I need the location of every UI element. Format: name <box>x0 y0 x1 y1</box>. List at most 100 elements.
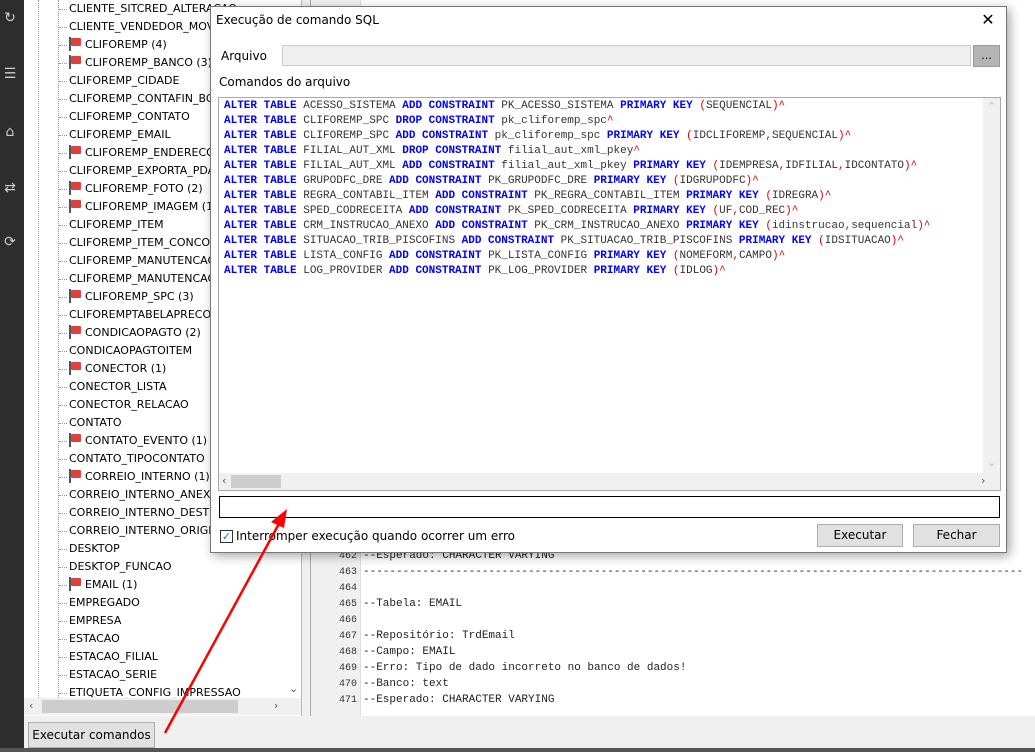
close-icon[interactable]: ✕ <box>976 9 1000 31</box>
line-text: --Campo: EMAIL <box>363 646 456 658</box>
sync-icon[interactable]: ⟳ <box>2 234 18 250</box>
tree-item[interactable]: CONTATO_TIPOCONTATO <box>59 450 205 468</box>
tree-item[interactable]: DESKTOP <box>59 540 120 558</box>
code-horizontal-scrollbar[interactable]: ‹ › <box>219 473 1000 490</box>
tree-item[interactable]: CLIFOREMP_CIDADE <box>59 72 179 90</box>
transfer-icon[interactable]: ⇄ <box>2 180 18 196</box>
tree-item[interactable]: ESTACAO <box>59 630 120 648</box>
tree-item[interactable]: CLIFOREMP_MANUTENCAO <box>59 252 216 270</box>
tree-item[interactable]: CLIFOREMP_CONTATO <box>59 108 190 126</box>
sql-commands-textarea[interactable]: ALTER TABLE ACESSO_SISTEMA ADD CONSTRAIN… <box>218 97 1001 491</box>
home-icon[interactable]: ⌂ <box>2 124 18 140</box>
sql-keyword: PRIMARY KEY <box>606 130 680 142</box>
sql-operator: ( <box>672 175 680 187</box>
sql-operator: )^ <box>771 250 786 262</box>
tree-item[interactable]: CLIFOREMP_EXPORTA_PDA <box>59 162 215 180</box>
tree-item[interactable]: EMAIL (1) <box>59 576 137 594</box>
sql-identifier: SPED_CODRECEITA <box>296 205 409 217</box>
scroll-down-icon[interactable]: ⌄ <box>289 682 298 695</box>
flag-icon <box>69 181 83 195</box>
code-vertical-scrollbar[interactable]: ⌃ ⌄ <box>983 98 1000 474</box>
execute-commands-button[interactable]: Executar comandos <box>28 722 155 748</box>
list-icon[interactable]: ☰ <box>2 66 18 82</box>
sql-keyword: ALTER TABLE <box>224 205 297 217</box>
sql-identifier: SEQUENCIAL <box>705 100 772 112</box>
tree-item-label: CONTATO_EVENTO (1) <box>85 434 208 447</box>
scroll-left-icon[interactable]: ‹ <box>29 699 33 712</box>
tree-item[interactable]: CLIFOREMP_SPC (3) <box>59 288 194 306</box>
tree-item[interactable]: CORREIO_INTERNO_ORIGE <box>59 522 215 540</box>
sql-operator: , <box>732 205 739 217</box>
tree-item-label: CLIFOREMP (4) <box>85 38 167 51</box>
tree-item[interactable]: CONTATO_EVENTO (1) <box>59 432 207 450</box>
tree-item-label: CONDICAOPAGTO (2) <box>85 326 201 339</box>
tree-item[interactable]: EMPRESA <box>59 612 121 630</box>
tree-item[interactable]: CONTATO <box>59 414 121 432</box>
scroll-right-icon[interactable]: › <box>274 699 278 712</box>
tree-item[interactable]: CLIFOREMP_MANUTENCAO <box>59 270 216 288</box>
line-number: 467 <box>338 631 357 642</box>
tree-item[interactable]: CLIFOREMP_FOTO (2) <box>59 180 203 198</box>
tree-item[interactable]: CLIFOREMP_ITEM_CONCO <box>59 234 210 252</box>
sql-line: ALTER TABLE LISTA_CONFIG ADD CONSTRAINT … <box>224 249 785 264</box>
tree-item[interactable]: CLIFOREMP_ENDERECO <box>59 144 215 162</box>
stop-on-error-checkbox[interactable]: ✓ <box>220 530 233 543</box>
sql-identifier: FILIAL_AUT_XML <box>296 160 403 172</box>
scroll-thumb[interactable] <box>231 475 281 488</box>
tree-item[interactable]: CLIFOREMP_EMAIL <box>59 126 171 144</box>
tree-item[interactable]: EMPREGADO <box>59 594 140 612</box>
sql-identifier: CLIFOREMP_SPC <box>296 115 396 127</box>
scroll-down-icon[interactable]: ⌄ <box>987 456 996 469</box>
tree-item[interactable]: CONECTOR_LISTA <box>59 378 166 396</box>
tree-item[interactable]: ESTACAO_SERIE <box>59 666 157 684</box>
tree-item[interactable]: CLIFOREMPTABELAPRECO <box>59 306 211 324</box>
tree-item[interactable]: CONDICAOPAGTOITEM <box>59 342 192 360</box>
line-number: 468 <box>338 647 357 658</box>
tree-item[interactable]: CLIFOREMP (4) <box>59 36 167 54</box>
sql-operator: )^ <box>904 160 918 172</box>
sql-operator: )^ <box>838 130 852 142</box>
tree-item[interactable]: CORREIO_INTERNO (1) <box>59 468 210 486</box>
executar-button[interactable]: Executar <box>817 524 903 547</box>
stop-on-error-label[interactable]: Interromper execução quando ocorrer um e… <box>236 529 515 543</box>
sql-keyword: PRIMARY KEY <box>633 205 706 217</box>
sql-operator: ^ <box>633 145 640 157</box>
sql-identifier: CAMPO <box>738 250 772 262</box>
sql-operator: ( <box>699 100 706 112</box>
tree-item[interactable]: CLIFOREMP_IMAGEM (1 <box>59 198 213 216</box>
sql-identifier: LOG_PROVIDER <box>296 265 390 277</box>
tree-item[interactable]: DESKTOP_FUNCAO <box>59 558 172 576</box>
browse-button[interactable]: ... <box>973 45 1000 67</box>
tree-item[interactable]: CLIFOREMP_CONTAFIN_BO <box>59 90 215 108</box>
tree-horizontal-scrollbar[interactable]: ‹ › <box>24 698 301 715</box>
sql-operator: )^ <box>771 100 786 112</box>
tree-item[interactable]: CORREIO_INTERNO_ANEXO <box>59 486 218 504</box>
fechar-button[interactable]: Fechar <box>913 524 1000 547</box>
tree-item-label: CONDICAOPAGTOITEM <box>69 344 193 357</box>
sql-operator: )^ <box>917 220 931 232</box>
scroll-thumb[interactable] <box>42 700 238 713</box>
tree-item[interactable]: CONECTOR (1) <box>59 360 166 378</box>
sql-keyword: ALTER TABLE <box>224 175 297 187</box>
sql-identifier: IDEMPRESA <box>719 160 779 172</box>
scroll-right-icon[interactable]: › <box>981 474 985 487</box>
scroll-left-icon[interactable]: ‹ <box>222 474 226 487</box>
tree-item-label: CLIFOREMP_ITEM <box>69 218 164 231</box>
line-number: 471 <box>338 695 357 706</box>
flag-icon <box>69 325 83 339</box>
tree-item[interactable]: ESTACAO_FILIAL <box>59 648 158 666</box>
refresh-icon[interactable]: ↻ <box>2 10 18 26</box>
tree-item-label: ESTACAO <box>69 632 120 645</box>
tree-item[interactable]: CORREIO_INTERNO_DESTIN <box>59 504 221 522</box>
tree-item[interactable]: CONECTOR_RELACAO <box>59 396 189 414</box>
tree-item[interactable]: CLIFOREMP_ITEM <box>59 216 164 234</box>
tree-item-label: EMAIL (1) <box>85 578 138 591</box>
tree-item[interactable]: CLIFOREMP_BANCO (3) <box>59 54 212 72</box>
scroll-up-icon[interactable]: ⌃ <box>987 100 996 113</box>
sql-identifier <box>666 250 673 262</box>
tree-item[interactable]: CONDICAOPAGTO (2) <box>59 324 201 342</box>
arquivo-input[interactable] <box>282 45 971 66</box>
tree-item[interactable]: CLIENTE_VENDEDOR_MOV <box>59 18 214 36</box>
status-field[interactable] <box>219 496 1000 518</box>
sql-identifier: IDREGRA <box>771 190 819 202</box>
